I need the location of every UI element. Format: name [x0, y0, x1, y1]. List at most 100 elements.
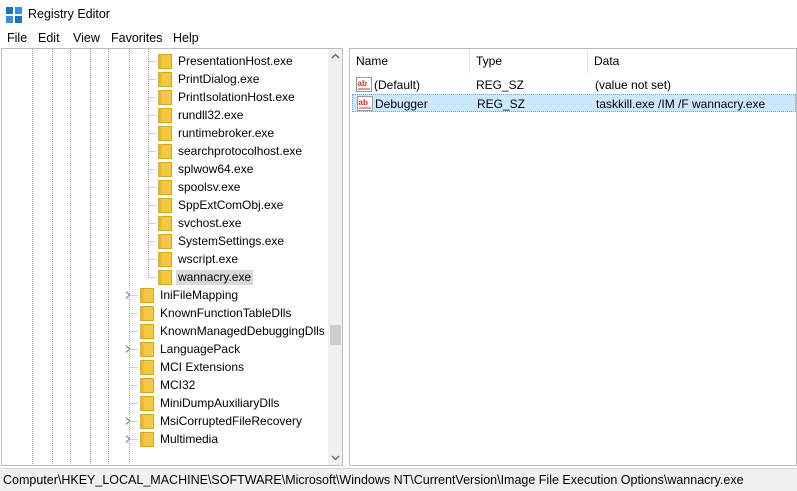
- tree-item-label: rundll32.exe: [178, 108, 244, 122]
- tree-item[interactable]: PresentationHost.exe: [2, 52, 328, 70]
- folder-icon: [140, 396, 154, 411]
- registry-editor-icon: [6, 7, 22, 23]
- folder-icon: [158, 216, 172, 231]
- tree-vertical-scrollbar[interactable]: [328, 49, 343, 465]
- tree-item-label: SystemSettings.exe: [178, 234, 285, 248]
- folder-icon: [158, 252, 172, 267]
- tree-item-label: MsiCorruptedFileRecovery: [160, 414, 303, 428]
- tree-item-label: SppExtComObj.exe: [178, 198, 284, 212]
- folder-icon: [140, 288, 154, 303]
- tree-item[interactable]: IniFileMapping: [2, 286, 328, 304]
- status-bar: Computer\HKEY_LOCAL_MACHINE\SOFTWARE\Mic…: [0, 468, 797, 491]
- tree-item[interactable]: PrintIsolationHost.exe: [2, 88, 328, 106]
- value-data: taskkill.exe /IM /F wannacry.exe: [596, 97, 766, 111]
- tree-item[interactable]: MiniDumpAuxiliaryDlls: [2, 394, 328, 412]
- folder-icon: [158, 234, 172, 249]
- tree-item-label: spoolsv.exe: [178, 180, 241, 194]
- folder-icon: [158, 270, 172, 285]
- tree-item[interactable]: MCI Extensions: [2, 358, 328, 376]
- string-value-icon: ab: [356, 77, 372, 92]
- tree-item-label: KnownFunctionTableDlls: [160, 306, 292, 320]
- value-name: Debugger: [375, 97, 428, 111]
- tree-item-label: KnownManagedDebuggingDlls: [160, 324, 325, 338]
- value-data: (value not set): [595, 78, 672, 92]
- tree-item-label: MCI32: [160, 378, 196, 392]
- folder-icon: [140, 306, 154, 321]
- tree-item-label: wscript.exe: [178, 252, 239, 266]
- expand-chevron-icon[interactable]: [124, 291, 132, 299]
- tree-item-label: MCI Extensions: [160, 360, 245, 374]
- menu-favorites[interactable]: Favorites: [110, 31, 163, 45]
- tree-item-label: PresentationHost.exe: [178, 54, 293, 68]
- folder-icon: [140, 360, 154, 375]
- column-header-type[interactable]: Type: [470, 49, 588, 73]
- tree-item-label: searchprotocolhost.exe: [178, 144, 303, 158]
- folder-icon: [158, 198, 172, 213]
- tree-item[interactable]: spoolsv.exe: [2, 178, 328, 196]
- tree-item[interactable]: MsiCorruptedFileRecovery: [2, 412, 328, 430]
- tree-item-label: PrintIsolationHost.exe: [178, 90, 295, 104]
- folder-icon: [158, 54, 172, 69]
- tree-item[interactable]: PrintDialog.exe: [2, 70, 328, 88]
- tree-item[interactable]: SppExtComObj.exe: [2, 196, 328, 214]
- expand-chevron-icon[interactable]: [124, 417, 132, 425]
- tree-item[interactable]: MCI32: [2, 376, 328, 394]
- scroll-thumb[interactable]: [330, 325, 341, 345]
- tree-item[interactable]: Multimedia: [2, 430, 328, 448]
- folder-icon: [140, 342, 154, 357]
- value-name: (Default): [374, 78, 421, 92]
- menu-edit[interactable]: Edit: [37, 31, 61, 45]
- tree-item[interactable]: splwow64.exe: [2, 160, 328, 178]
- tree-item[interactable]: SystemSettings.exe: [2, 232, 328, 250]
- tree-item[interactable]: KnownFunctionTableDlls: [2, 304, 328, 322]
- tree-item[interactable]: wscript.exe: [2, 250, 328, 268]
- tree-item[interactable]: svchost.exe: [2, 214, 328, 232]
- folder-icon: [158, 144, 172, 159]
- tree-item-label: MiniDumpAuxiliaryDlls: [160, 396, 280, 410]
- menu-file[interactable]: File: [6, 31, 28, 45]
- svg-text:ab: ab: [358, 79, 367, 88]
- column-header-data[interactable]: Data: [588, 49, 796, 73]
- tree-item[interactable]: KnownManagedDebuggingDlls: [2, 322, 328, 340]
- value-row[interactable]: ab (Default) REG_SZ (value not set): [352, 76, 796, 94]
- folder-icon: [158, 180, 172, 195]
- scroll-down-arrow-icon[interactable]: [328, 450, 343, 465]
- folder-icon: [140, 378, 154, 393]
- window-title: Registry Editor: [28, 7, 110, 21]
- tree-item-label: runtimebroker.exe: [178, 126, 275, 140]
- scroll-up-arrow-icon[interactable]: [328, 49, 343, 64]
- menu-help[interactable]: Help: [172, 31, 200, 45]
- tree-item[interactable]: rundll32.exe: [2, 106, 328, 124]
- expand-chevron-icon[interactable]: [124, 345, 132, 353]
- folder-icon: [158, 90, 172, 105]
- tree-item-label: Multimedia: [160, 432, 219, 446]
- expand-chevron-icon[interactable]: [124, 435, 132, 443]
- tree-item-label: wannacry.exe: [176, 270, 254, 285]
- folder-icon: [158, 72, 172, 87]
- tree-item-label: svchost.exe: [178, 216, 242, 230]
- folder-icon: [158, 162, 172, 177]
- tree-item-label: PrintDialog.exe: [178, 72, 260, 86]
- key-path: Computer\HKEY_LOCAL_MACHINE\SOFTWARE\Mic…: [3, 473, 744, 487]
- svg-text:ab: ab: [359, 98, 368, 107]
- folder-icon: [140, 432, 154, 447]
- tree-item[interactable]: runtimebroker.exe: [2, 124, 328, 142]
- column-header-name[interactable]: Name: [350, 49, 470, 73]
- tree-item[interactable]: wannacry.exe: [2, 268, 328, 286]
- key-tree-pane[interactable]: PresentationHost.exe PrintDialog.exe Print…: [1, 48, 343, 466]
- tree-item-label: splwow64.exe: [178, 162, 254, 176]
- title-bar: Registry Editor: [0, 0, 797, 29]
- values-list-pane[interactable]: Name Type Data ab (Default) REG_SZ (value n…: [349, 48, 797, 466]
- menu-view[interactable]: View: [72, 31, 101, 45]
- tree-item[interactable]: LanguagePack: [2, 340, 328, 358]
- string-value-icon: ab: [357, 96, 373, 111]
- value-type: REG_SZ: [477, 97, 526, 111]
- tree-item[interactable]: searchprotocolhost.exe: [2, 142, 328, 160]
- folder-icon: [158, 108, 172, 123]
- value-type: REG_SZ: [476, 78, 525, 92]
- folder-icon: [158, 126, 172, 141]
- folder-icon: [140, 414, 154, 429]
- value-row[interactable]: ab Debugger REG_SZ taskkill.exe /IM /F wann…: [352, 94, 796, 112]
- tree-item-label: LanguagePack: [160, 342, 241, 356]
- tree-item-label: IniFileMapping: [160, 288, 239, 302]
